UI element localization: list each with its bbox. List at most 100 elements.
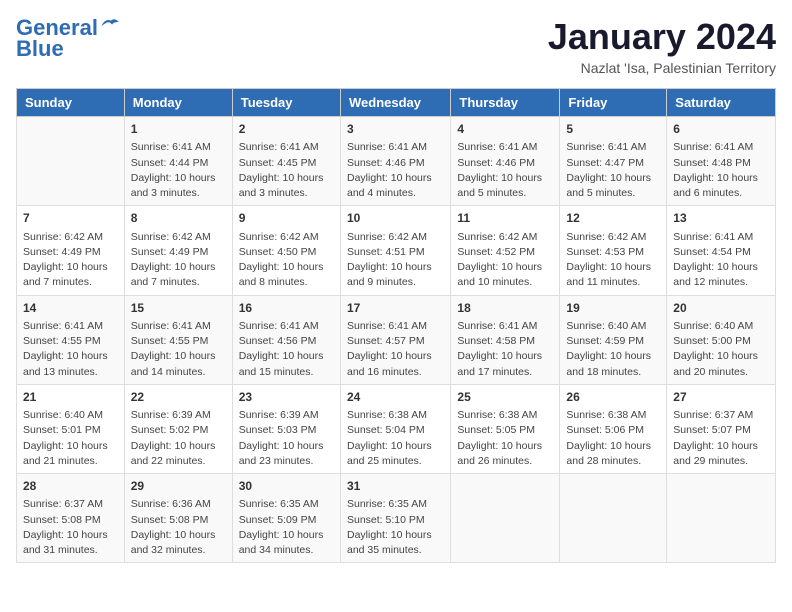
day-number: 3	[347, 121, 444, 138]
calendar-cell: 27Sunrise: 6:37 AM Sunset: 5:07 PM Dayli…	[667, 384, 776, 473]
day-number: 11	[457, 210, 553, 227]
day-number: 20	[673, 300, 769, 317]
day-info: Sunrise: 6:38 AM Sunset: 5:05 PM Dayligh…	[457, 408, 553, 469]
calendar-week-row: 28 Sunrise: 6:37 AM Sunset: 5:08 PM Dayli…	[17, 474, 776, 563]
day-number: 28	[23, 478, 118, 495]
day-number: 24	[347, 389, 444, 406]
day-info: Sunrise: 6:38 AM Sunset: 5:04 PM Dayligh…	[347, 408, 444, 469]
day-number: 6	[673, 121, 769, 138]
calendar-cell	[17, 117, 125, 206]
day-info: Sunrise: 6:39 AM Sunset: 5:02 PM Dayligh…	[131, 408, 226, 469]
day-number: 19	[566, 300, 660, 317]
day-number: 4	[457, 121, 553, 138]
day-number: 12	[566, 210, 660, 227]
day-info: Sunrise: 6:41 AM Sunset: 4:55 PM Dayligh…	[23, 319, 118, 380]
day-info: Sunrise: 6:42 AM Sunset: 4:51 PM Dayligh…	[347, 230, 444, 291]
calendar-cell: 7 Sunrise: 6:42 AM Sunset: 4:49 PM Daylig…	[17, 206, 125, 295]
day-number: 30	[239, 478, 334, 495]
calendar-cell: 24 Sunrise: 6:38 AM Sunset: 5:04 PM Dayli…	[340, 384, 450, 473]
day-info: Sunrise: 6:42 AM Sunset: 4:53 PM Dayligh…	[566, 230, 660, 291]
day-number: 2	[239, 121, 334, 138]
calendar-week-row: 21Sunrise: 6:40 AM Sunset: 5:01 PM Dayli…	[17, 384, 776, 473]
day-number: 8	[131, 210, 226, 227]
month-title: January 2024	[548, 16, 776, 58]
calendar-cell: 14 Sunrise: 6:41 AM Sunset: 4:55 PM Dayli…	[17, 295, 125, 384]
calendar-cell: 12 Sunrise: 6:42 AM Sunset: 4:53 PM Dayli…	[560, 206, 667, 295]
calendar-header-tuesday: Tuesday	[232, 89, 340, 117]
day-info: Sunrise: 6:40 AM Sunset: 5:00 PM Dayligh…	[673, 319, 769, 380]
calendar-cell	[451, 474, 560, 563]
calendar-cell: 9Sunrise: 6:42 AM Sunset: 4:50 PM Daylig…	[232, 206, 340, 295]
calendar-cell: 3 Sunrise: 6:41 AM Sunset: 4:46 PM Daylig…	[340, 117, 450, 206]
calendar-cell: 29 Sunrise: 6:36 AM Sunset: 5:08 PM Dayli…	[124, 474, 232, 563]
day-info: Sunrise: 6:42 AM Sunset: 4:49 PM Dayligh…	[23, 230, 118, 291]
day-info: Sunrise: 6:41 AM Sunset: 4:57 PM Dayligh…	[347, 319, 444, 380]
day-info: Sunrise: 6:41 AM Sunset: 4:58 PM Dayligh…	[457, 319, 553, 380]
calendar-cell: 13 Sunrise: 6:41 AM Sunset: 4:54 PM Dayli…	[667, 206, 776, 295]
calendar-header-friday: Friday	[560, 89, 667, 117]
logo-bird-icon	[100, 16, 120, 32]
calendar-week-row: 14 Sunrise: 6:41 AM Sunset: 4:55 PM Dayli…	[17, 295, 776, 384]
day-info: Sunrise: 6:41 AM Sunset: 4:47 PM Dayligh…	[566, 140, 660, 201]
day-info: Sunrise: 6:35 AM Sunset: 5:09 PM Dayligh…	[239, 497, 334, 558]
calendar-cell: 20 Sunrise: 6:40 AM Sunset: 5:00 PM Dayli…	[667, 295, 776, 384]
day-info: Sunrise: 6:35 AM Sunset: 5:10 PM Dayligh…	[347, 497, 444, 558]
calendar-week-row: 7 Sunrise: 6:42 AM Sunset: 4:49 PM Daylig…	[17, 206, 776, 295]
day-info: Sunrise: 6:42 AM Sunset: 4:49 PM Dayligh…	[131, 230, 226, 291]
day-info: Sunrise: 6:41 AM Sunset: 4:54 PM Dayligh…	[673, 230, 769, 291]
calendar-header-saturday: Saturday	[667, 89, 776, 117]
calendar-header-sunday: Sunday	[17, 89, 125, 117]
day-number: 18	[457, 300, 553, 317]
calendar-cell	[560, 474, 667, 563]
location-subtitle: Nazlat 'Isa, Palestinian Territory	[548, 60, 776, 76]
calendar-cell: 21Sunrise: 6:40 AM Sunset: 5:01 PM Dayli…	[17, 384, 125, 473]
calendar-cell: 23Sunrise: 6:39 AM Sunset: 5:03 PM Dayli…	[232, 384, 340, 473]
calendar-cell: 11Sunrise: 6:42 AM Sunset: 4:52 PM Dayli…	[451, 206, 560, 295]
calendar-cell: 1 Sunrise: 6:41 AM Sunset: 4:44 PM Daylig…	[124, 117, 232, 206]
calendar-cell: 28 Sunrise: 6:37 AM Sunset: 5:08 PM Dayli…	[17, 474, 125, 563]
calendar-cell: 19 Sunrise: 6:40 AM Sunset: 4:59 PM Dayli…	[560, 295, 667, 384]
day-number: 15	[131, 300, 226, 317]
day-number: 14	[23, 300, 118, 317]
calendar-cell: 16 Sunrise: 6:41 AM Sunset: 4:56 PM Dayli…	[232, 295, 340, 384]
calendar-cell: 4 Sunrise: 6:41 AM Sunset: 4:46 PM Daylig…	[451, 117, 560, 206]
day-number: 1	[131, 121, 226, 138]
calendar-body: 1 Sunrise: 6:41 AM Sunset: 4:44 PM Daylig…	[17, 117, 776, 563]
calendar-header-thursday: Thursday	[451, 89, 560, 117]
day-number: 17	[347, 300, 444, 317]
logo: General Blue	[16, 16, 120, 62]
calendar-table: SundayMondayTuesdayWednesdayThursdayFrid…	[16, 88, 776, 563]
day-info: Sunrise: 6:41 AM Sunset: 4:44 PM Dayligh…	[131, 140, 226, 201]
page-header: General Blue January 2024 Nazlat 'Isa, P…	[16, 16, 776, 76]
day-number: 29	[131, 478, 226, 495]
calendar-cell	[667, 474, 776, 563]
calendar-cell: 6Sunrise: 6:41 AM Sunset: 4:48 PM Daylig…	[667, 117, 776, 206]
calendar-cell: 8 Sunrise: 6:42 AM Sunset: 4:49 PM Daylig…	[124, 206, 232, 295]
day-number: 5	[566, 121, 660, 138]
calendar-cell: 22 Sunrise: 6:39 AM Sunset: 5:02 PM Dayli…	[124, 384, 232, 473]
day-info: Sunrise: 6:41 AM Sunset: 4:46 PM Dayligh…	[457, 140, 553, 201]
calendar-cell: 17 Sunrise: 6:41 AM Sunset: 4:57 PM Dayli…	[340, 295, 450, 384]
day-info: Sunrise: 6:40 AM Sunset: 4:59 PM Dayligh…	[566, 319, 660, 380]
calendar-cell: 5 Sunrise: 6:41 AM Sunset: 4:47 PM Daylig…	[560, 117, 667, 206]
day-info: Sunrise: 6:36 AM Sunset: 5:08 PM Dayligh…	[131, 497, 226, 558]
calendar-header-wednesday: Wednesday	[340, 89, 450, 117]
day-info: Sunrise: 6:39 AM Sunset: 5:03 PM Dayligh…	[239, 408, 334, 469]
title-block: January 2024 Nazlat 'Isa, Palestinian Te…	[548, 16, 776, 76]
day-info: Sunrise: 6:42 AM Sunset: 4:50 PM Dayligh…	[239, 230, 334, 291]
day-number: 31	[347, 478, 444, 495]
day-number: 13	[673, 210, 769, 227]
day-info: Sunrise: 6:41 AM Sunset: 4:56 PM Dayligh…	[239, 319, 334, 380]
calendar-cell: 31 Sunrise: 6:35 AM Sunset: 5:10 PM Dayli…	[340, 474, 450, 563]
day-info: Sunrise: 6:41 AM Sunset: 4:46 PM Dayligh…	[347, 140, 444, 201]
day-number: 7	[23, 210, 118, 227]
day-number: 25	[457, 389, 553, 406]
day-number: 16	[239, 300, 334, 317]
calendar-header-row: SundayMondayTuesdayWednesdayThursdayFrid…	[17, 89, 776, 117]
day-info: Sunrise: 6:37 AM Sunset: 5:08 PM Dayligh…	[23, 497, 118, 558]
day-info: Sunrise: 6:41 AM Sunset: 4:55 PM Dayligh…	[131, 319, 226, 380]
calendar-cell: 18 Sunrise: 6:41 AM Sunset: 4:58 PM Dayli…	[451, 295, 560, 384]
day-number: 22	[131, 389, 226, 406]
calendar-week-row: 1 Sunrise: 6:41 AM Sunset: 4:44 PM Daylig…	[17, 117, 776, 206]
logo-blue: Blue	[16, 36, 64, 62]
